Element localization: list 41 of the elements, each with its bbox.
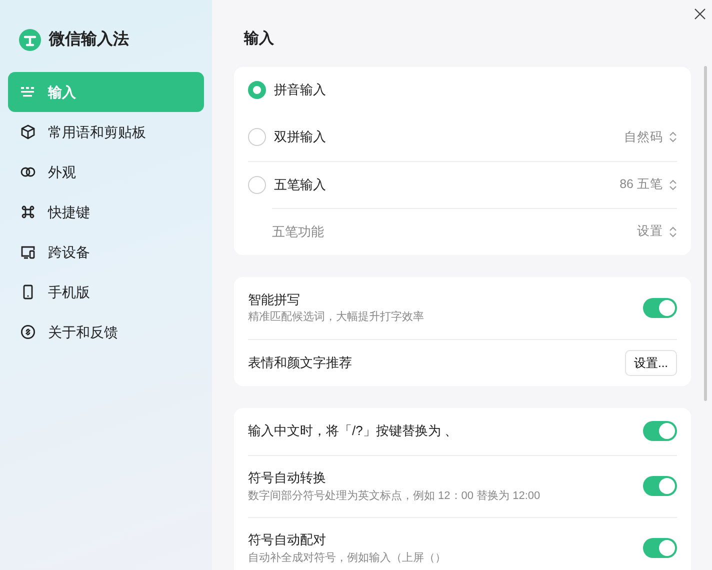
setting-label: 表情和颜文字推荐 [248, 354, 352, 372]
toggle-switch[interactable] [643, 538, 677, 558]
setting-description: 自动补全成对符号，例如输入（上屏（） [248, 550, 446, 566]
close-button[interactable] [692, 6, 708, 22]
option-value[interactable]: 设置 [637, 222, 663, 241]
radio-button[interactable] [248, 176, 266, 194]
toggle-switch[interactable] [643, 421, 677, 441]
up-down-icon [669, 226, 677, 238]
page-title: 输入 [242, 29, 275, 49]
cube-icon [20, 124, 36, 140]
up-down-icon [669, 131, 677, 143]
toggle-switch[interactable] [643, 298, 677, 318]
sidebar-item[interactable]: 常用语和剪贴板 [8, 112, 204, 152]
setting-label: 符号自动转换 [248, 469, 327, 487]
devices-icon [20, 244, 36, 260]
radio-label: 五笔输入 [274, 176, 326, 194]
setting-label: 输入中文时，将「/?」按键替换为 、 [248, 422, 458, 440]
radio-label: 双拼输入 [274, 128, 326, 146]
command-icon [20, 204, 36, 220]
sidebar-item[interactable]: 手机版 [8, 272, 204, 312]
close-icon [694, 8, 706, 20]
setting-label: 符号自动配对 [248, 531, 327, 549]
sidebar-item[interactable]: 关于和反馈 [8, 312, 204, 352]
toggle-switch[interactable] [643, 476, 677, 496]
radio-button[interactable] [248, 128, 266, 146]
up-down-icon [669, 178, 677, 190]
settings-button[interactable]: 设置... [624, 350, 677, 376]
sidebar-item[interactable]: 外观 [8, 152, 204, 192]
radio-label: 拼音输入 [274, 81, 326, 100]
scroll-bar[interactable] [704, 66, 707, 401]
option-value[interactable]: 86 五笔 [620, 175, 663, 194]
radio-button[interactable] [248, 81, 266, 99]
setting-description: 精准匹配候选词，大幅提升打字效率 [248, 310, 424, 325]
option-value[interactable]: 自然码 [624, 128, 663, 146]
setting-label: 五笔功能 [272, 222, 324, 241]
sidebar-item[interactable]: 快捷键 [8, 192, 204, 232]
setting-description: 数字间部分符号处理为英文标点，例如 12：00 替换为 12:00 [248, 488, 540, 504]
app-title: 微信输入法 [49, 29, 129, 50]
sidebar-item[interactable]: 跨设备 [8, 232, 204, 272]
logo-icon [19, 29, 41, 51]
setting-label: 智能拼写 [248, 290, 301, 308]
